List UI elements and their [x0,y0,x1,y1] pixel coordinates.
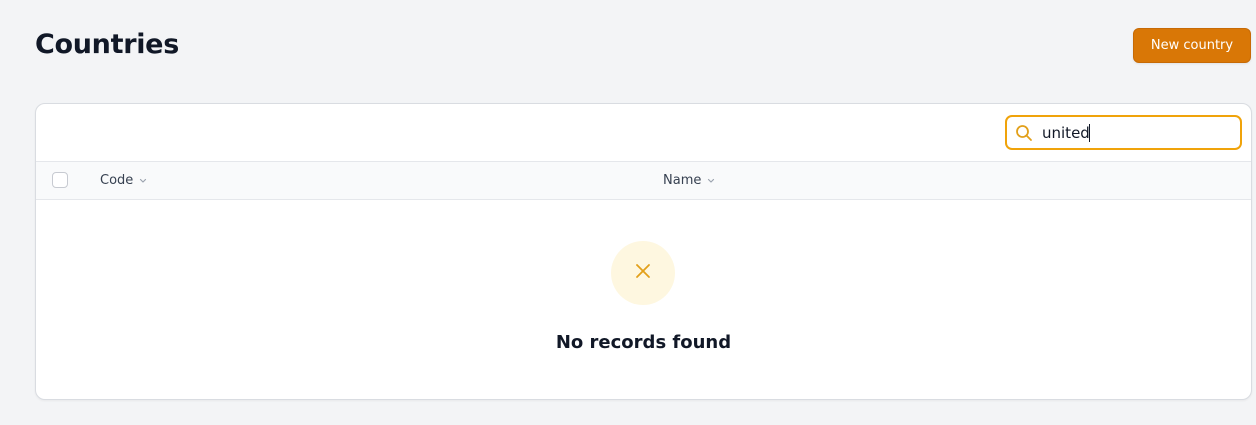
empty-state-icon-circle [611,241,675,305]
empty-state-message: No records found [555,332,732,353]
x-icon [634,262,652,284]
select-all-checkbox[interactable] [52,172,68,188]
chevron-down-icon [707,178,715,184]
empty-state: No records found [36,200,1251,399]
search-input[interactable] [1042,123,1232,142]
column-label-name: Name [663,173,702,188]
new-country-button[interactable]: New country [1133,28,1251,63]
chevron-down-icon [139,178,147,184]
column-header-code[interactable]: Code [100,162,147,199]
page-title: Countries [35,29,179,60]
column-label-code: Code [100,173,134,188]
column-header-name[interactable]: Name [663,162,715,199]
search-icon [1015,124,1033,142]
search-field[interactable] [1005,115,1242,150]
page: Countries New country Code [0,0,1256,425]
table-header: Code Name [36,162,1251,200]
table-toolbar [36,104,1251,162]
countries-table: Code Name [35,103,1252,400]
text-cursor [1089,124,1090,142]
